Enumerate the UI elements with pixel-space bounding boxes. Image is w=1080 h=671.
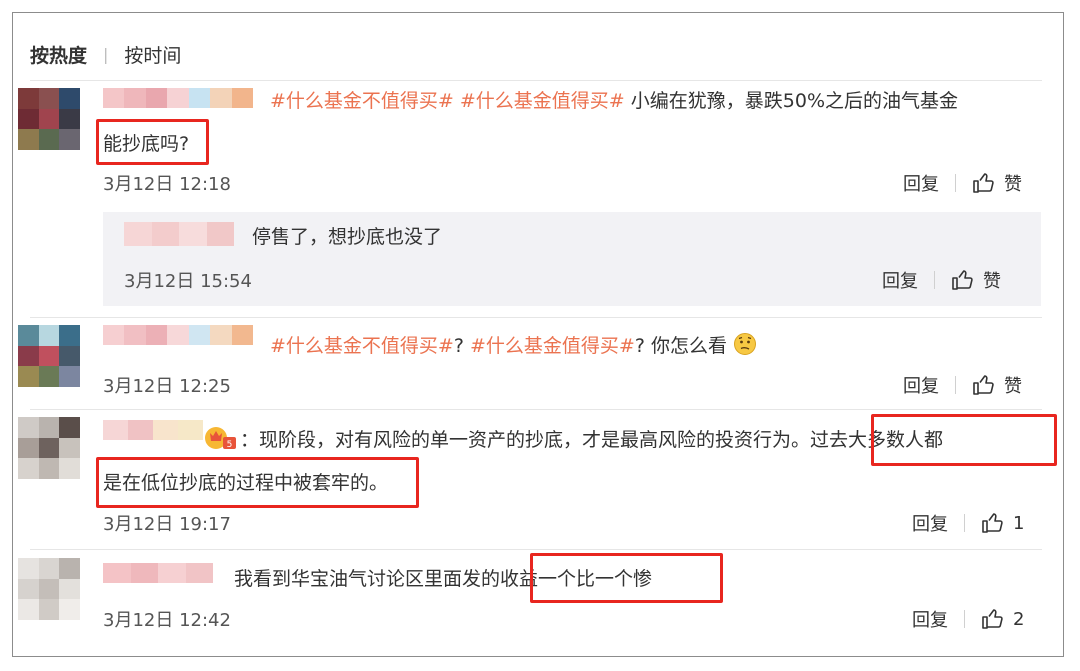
tab-by-hotness[interactable]: 按热度 (30, 41, 87, 68)
reply-button[interactable]: 回复 (903, 372, 939, 398)
tab-divider: | (103, 44, 109, 64)
divider (30, 80, 1042, 81)
username-blurred[interactable] (103, 325, 253, 345)
hashtag-link[interactable]: #什么基金值得买# (470, 335, 635, 357)
username-blurred[interactable] (124, 222, 234, 246)
comment-text: #什么基金不值得买# #什么基金值得买# 小编在犹豫，暴跌50%之后的油气基金 (270, 90, 959, 112)
hashtag-link[interactable]: #什么基金不值得买# (270, 335, 454, 357)
comment-text: #什么基金不值得买#? #什么基金值得买#? 你怎么看 (270, 332, 757, 359)
highlight-box (96, 119, 209, 165)
action-divider (964, 514, 965, 532)
avatar[interactable] (18, 325, 80, 387)
thumbs-up-icon[interactable] (981, 607, 1005, 631)
like-count[interactable]: 赞 (1004, 372, 1022, 398)
reply-button[interactable]: 回复 (882, 267, 918, 293)
action-divider (955, 376, 956, 394)
hashtag-link[interactable]: #什么基金不值得买# (270, 90, 454, 112)
highlight-box (96, 457, 419, 508)
highlight-box (530, 553, 723, 603)
reply-text: 停售了，想抄底也没了 (252, 226, 443, 248)
username-blurred[interactable] (103, 563, 213, 583)
like-count[interactable]: 赞 (1004, 170, 1022, 196)
reply-button[interactable]: 回复 (912, 510, 948, 536)
comment-actions: 回复 赞 (903, 170, 1022, 196)
comment-actions: 回复 2 (912, 606, 1024, 632)
comment-text: ：现阶段，对有风险的单一资产的抄底，才是最高风险的投资行为。过去大多数人都 (240, 429, 944, 451)
username-blurred[interactable] (103, 420, 203, 440)
comment-actions: 回复 1 (912, 510, 1024, 536)
avatar[interactable] (18, 417, 80, 479)
divider (30, 549, 1042, 550)
sort-tabs: 按热度 | 按时间 (30, 40, 181, 68)
timestamp: 3月12日 12:42 (103, 610, 231, 631)
divider (30, 409, 1042, 410)
divider (30, 317, 1042, 318)
highlight-box (871, 414, 1057, 466)
svg-text:5: 5 (227, 440, 233, 450)
thumbs-up-icon[interactable] (972, 171, 996, 195)
avatar[interactable] (18, 558, 80, 620)
like-count[interactable]: 赞 (983, 267, 1001, 293)
username-blurred[interactable] (103, 88, 253, 108)
fan-badge-icon: 5 (205, 427, 236, 450)
action-divider (934, 271, 935, 289)
thumbs-up-icon[interactable] (981, 511, 1005, 535)
comment-actions: 回复 赞 (903, 372, 1022, 398)
like-count[interactable]: 1 (1013, 513, 1024, 534)
thumbs-up-icon[interactable] (951, 268, 975, 292)
timestamp: 3月12日 15:54 (124, 271, 252, 292)
hashtag-link[interactable]: #什么基金值得买# (460, 90, 625, 112)
action-divider (964, 610, 965, 628)
thinking-face-icon (734, 333, 756, 355)
avatar[interactable] (18, 88, 80, 150)
reply-button[interactable]: 回复 (903, 170, 939, 196)
timestamp: 3月12日 12:25 (103, 376, 231, 397)
timestamp: 3月12日 19:17 (103, 514, 231, 535)
reply-button[interactable]: 回复 (912, 606, 948, 632)
tab-by-time[interactable]: 按时间 (124, 41, 181, 68)
like-count[interactable]: 2 (1013, 609, 1024, 630)
timestamp: 3月12日 12:18 (103, 174, 231, 195)
reply-actions: 回复 赞 (882, 267, 1001, 293)
thumbs-up-icon[interactable] (972, 373, 996, 397)
action-divider (955, 174, 956, 192)
